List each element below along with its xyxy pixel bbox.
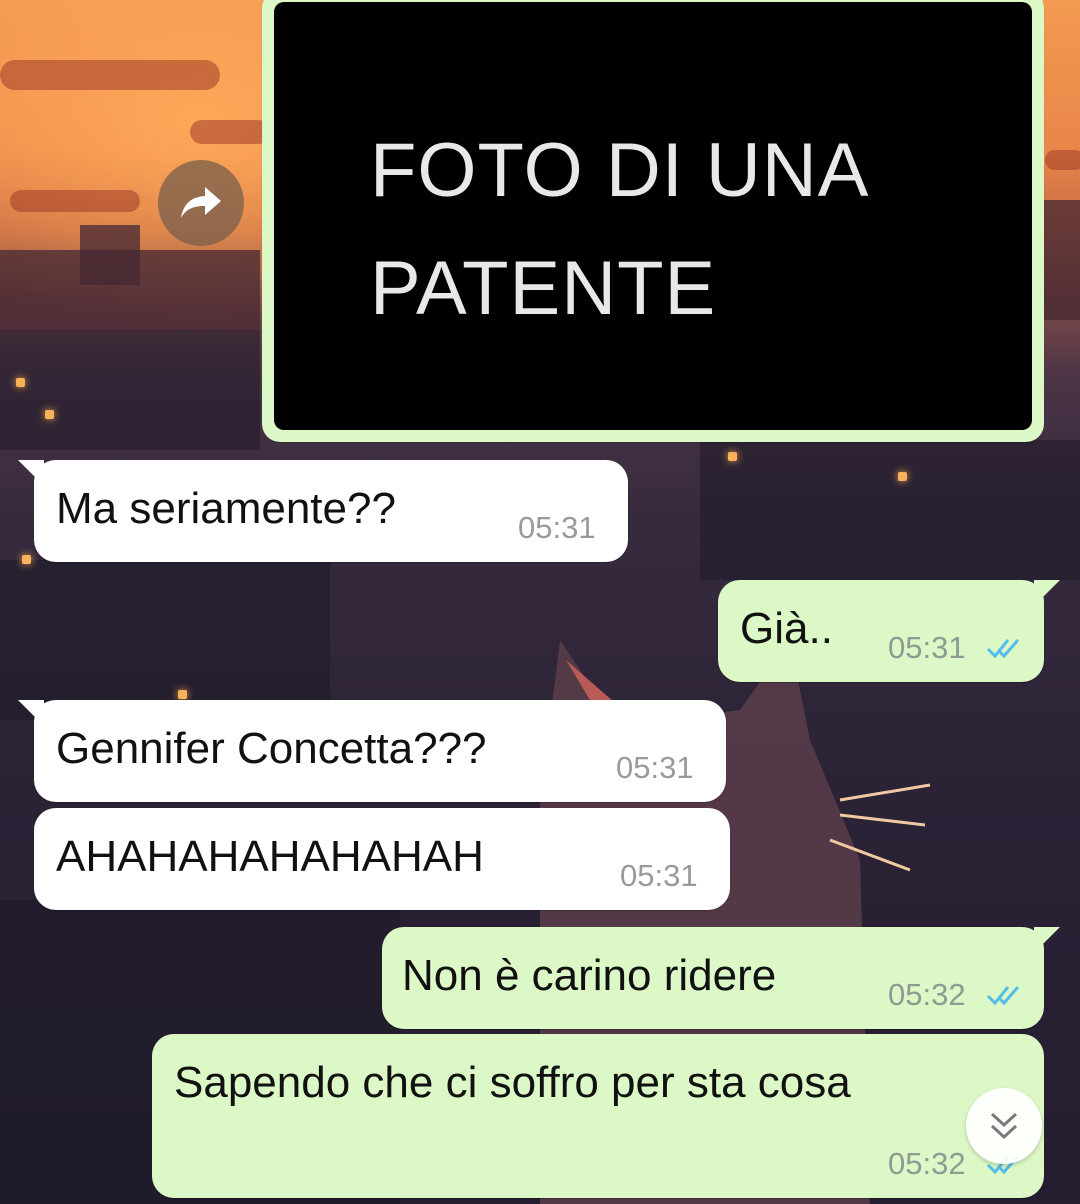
bubble-tail	[1034, 927, 1060, 953]
photo-placeholder[interactable]: FOTO DI UNA PATENTE	[274, 2, 1032, 430]
double-chevron-down-icon	[990, 1112, 1018, 1140]
message-time: 05:31	[518, 510, 596, 545]
double-check-icon	[986, 639, 1020, 659]
scroll-to-bottom-button[interactable]	[966, 1088, 1042, 1164]
message-text: Già..	[740, 604, 833, 653]
bubble-tail	[18, 460, 44, 486]
message-bubble-incoming[interactable]: Ma seriamente?? 05:31	[18, 460, 628, 562]
message-text: AHAHAHAHAHAHAH	[56, 832, 484, 881]
image-message[interactable]: FOTO DI UNA PATENTE	[262, 0, 1044, 442]
message-time: 05:32	[888, 1146, 966, 1181]
message-bubble-incoming[interactable]: AHAHAHAHAHAHAH 05:31	[34, 808, 730, 910]
message-bubble-outgoing[interactable]: Già.. 05:31	[718, 580, 1060, 682]
message-text: Non è carino ridere	[402, 951, 777, 1000]
bubble-tail	[18, 700, 44, 726]
message-text: Sapendo che ci soffro per sta cosa	[174, 1058, 851, 1107]
message-time: 05:31	[888, 630, 966, 665]
double-check-icon	[986, 986, 1020, 1006]
message-time: 05:31	[620, 858, 698, 893]
message-time: 05:31	[616, 750, 694, 785]
message-bubble-outgoing[interactable]: Non è carino ridere 05:32	[382, 927, 1060, 1029]
forward-button[interactable]	[158, 160, 244, 246]
forward-arrow-icon	[181, 187, 221, 218]
message-time: 05:32	[888, 977, 966, 1012]
message-bubble-outgoing[interactable]: Sapendo che ci soffro per sta cosa 05:32	[152, 1034, 1044, 1198]
message-text: Ma seriamente??	[56, 484, 396, 533]
message-text: Gennifer Concetta???	[56, 724, 487, 773]
bubble-tail	[1034, 580, 1060, 606]
message-bubble-incoming[interactable]: Gennifer Concetta??? 05:31	[18, 700, 726, 802]
photo-caption-text: FOTO DI UNA PATENTE	[370, 128, 870, 331]
